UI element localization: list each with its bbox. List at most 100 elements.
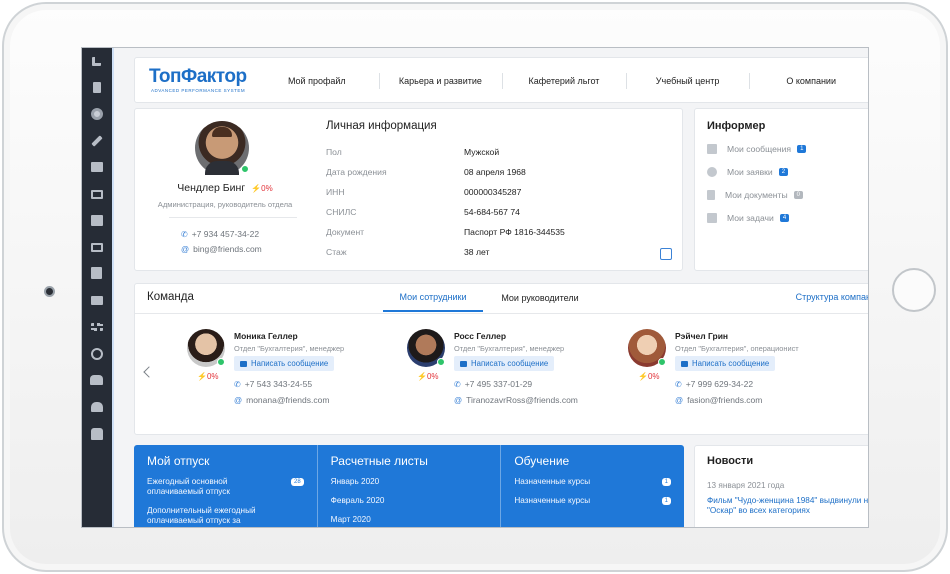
payslip-item[interactable]: Февраль 2020 <box>331 496 488 506</box>
informer-documents[interactable]: Мои документы 0 <box>707 190 806 200</box>
wrench-icon[interactable] <box>89 134 104 148</box>
member-phone[interactable]: ✆ +7 999 629-34-22 <box>675 379 753 389</box>
member-phone[interactable]: ✆ +7 495 337-01-29 <box>454 379 532 389</box>
sidebar <box>82 48 112 527</box>
at-icon: @ <box>234 395 243 405</box>
handshake-icon[interactable] <box>89 400 104 414</box>
nav-link-about[interactable]: О компании <box>749 58 868 104</box>
hierarchy-icon[interactable] <box>89 187 104 201</box>
nav-link-career[interactable]: Карьера и развитие <box>378 58 503 104</box>
personal-info-title: Личная информация <box>326 120 437 132</box>
informer-tasks[interactable]: Мои задачи 4 <box>707 213 806 223</box>
nav-links: Мой профайл Карьера и развитие Кафетерий… <box>255 58 868 104</box>
profile-email[interactable]: @ bing@friends.com <box>181 244 262 254</box>
payslip-item[interactable]: Январь 2020 <box>331 477 488 487</box>
member-avatar[interactable] <box>407 329 445 367</box>
field-label-gender: Пол <box>326 147 342 157</box>
member-email[interactable]: @ monana@friends.com <box>234 395 329 405</box>
member-name: Росс Геллер <box>454 331 507 341</box>
write-message-button[interactable]: Написать сообщение <box>675 356 776 371</box>
company-structure-link[interactable]: Структура компании <box>796 292 868 302</box>
message-icon <box>681 360 688 367</box>
field-label-experience: Стаж <box>326 247 347 257</box>
news-title: Новости <box>707 455 754 467</box>
vacation-item[interactable]: Ежегодный основной оплачиваемый отпуск 28 <box>147 477 304 497</box>
informer-card: Информер Мои сообщения 1 Мои заявки 2 Мои … <box>694 108 868 271</box>
summary-panel: Мой отпуск Ежегодный основной оплачиваем… <box>134 445 684 527</box>
profile-name: Чендлер Бинг <box>177 182 246 194</box>
dashboard-icon[interactable] <box>89 54 104 68</box>
profile-avatar[interactable] <box>195 121 249 175</box>
phone-icon: ✆ <box>234 379 241 389</box>
profile-card: Чендлер Бинг ⚡0% Администрация, руководи… <box>134 108 683 271</box>
training-column: Обучение Назначенные курсы 1 Назначенные … <box>500 445 684 527</box>
vacation-item[interactable]: Дополнительный ежегодный оплачиваемый от… <box>147 506 304 526</box>
at-icon: @ <box>454 395 463 405</box>
informer-messages[interactable]: Мои сообщения 1 <box>707 144 807 154</box>
org-icon[interactable] <box>89 320 104 334</box>
member-email[interactable]: @ TiranozavrRoss@friends.com <box>454 395 578 405</box>
phone-icon: ✆ <box>454 379 461 389</box>
group-icon[interactable] <box>89 373 104 387</box>
briefcase-icon[interactable] <box>89 293 104 307</box>
at-icon: @ <box>181 244 190 254</box>
training-item[interactable]: Назначенные курсы 1 <box>514 477 672 487</box>
nav-link-benefits[interactable]: Кафетерий льгот <box>502 58 626 104</box>
document-icon[interactable] <box>89 80 104 94</box>
message-icon <box>240 360 247 367</box>
news-headline[interactable]: Фильм "Чудо-женщина 1984" выдвинули на "… <box>707 496 868 515</box>
divider <box>135 313 868 314</box>
document-icon <box>707 190 715 200</box>
divider <box>169 217 297 218</box>
buildings-icon[interactable] <box>89 213 104 227</box>
tab-my-managers[interactable]: Мои руководители <box>485 284 595 312</box>
360-icon[interactable] <box>89 347 104 361</box>
phone-icon: ✆ <box>675 379 682 389</box>
member-email[interactable]: @ fasion@friends.com <box>675 395 762 405</box>
team-card: Команда Мои сотрудники Мои руководители … <box>134 283 868 435</box>
online-status <box>217 358 225 366</box>
field-label-inn: ИНН <box>326 187 345 197</box>
people-icon[interactable] <box>89 160 104 174</box>
request-icon <box>707 167 717 177</box>
logo[interactable]: ТопФактор <box>149 66 247 88</box>
informer-requests[interactable]: Мои заявки 2 <box>707 167 806 177</box>
member-rating: ⚡0% <box>638 372 660 381</box>
message-icon <box>460 360 467 367</box>
write-message-button[interactable]: Написать сообщение <box>234 356 335 371</box>
member-rating: ⚡0% <box>417 372 439 381</box>
training-title: Обучение <box>514 454 570 468</box>
presentation-icon[interactable] <box>89 240 104 254</box>
training-item[interactable]: Назначенные курсы 1 <box>514 496 672 506</box>
chevron-left-icon[interactable] <box>143 366 155 378</box>
clipboard-icon[interactable] <box>89 266 104 280</box>
field-value-snils: 54-684-567 74 <box>464 207 520 217</box>
member-department: Отдел "Бухгалтерия", менеджер <box>234 344 345 353</box>
member-phone[interactable]: ✆ +7 543 343-24-55 <box>234 379 312 389</box>
member-avatar[interactable] <box>187 329 225 367</box>
edit-icon[interactable] <box>660 248 672 260</box>
field-label-document: Документ <box>326 227 365 237</box>
write-message-button[interactable]: Написать сообщение <box>454 356 555 371</box>
profile-position: Администрация, руководитель отдела <box>157 200 293 209</box>
member-avatar[interactable] <box>628 329 666 367</box>
team-member: ⚡0% Росс Геллер Отдел "Бухгалтерия", мен… <box>407 329 627 429</box>
member-name: Рэйчел Грин <box>675 331 729 341</box>
profile-phone[interactable]: ✆ +7 934 457-34-22 <box>181 229 259 239</box>
nav-link-profile[interactable]: Мой профайл <box>255 58 379 104</box>
field-value-birthdate: 08 апреля 1968 <box>464 167 526 177</box>
payslip-item[interactable]: Март 2020 <box>331 515 488 525</box>
gear-icon[interactable] <box>89 107 104 121</box>
tab-my-employees[interactable]: Мои сотрудники <box>383 284 483 312</box>
vacation-column: Мой отпуск Ежегодный основной оплачиваем… <box>134 445 317 527</box>
vacation-title: Мой отпуск <box>147 454 210 468</box>
payslips-column: Расчетные листы Январь 2020 Февраль 2020… <box>316 445 501 527</box>
nav-link-training-center[interactable]: Учебный центр <box>625 58 750 104</box>
member-department: Отдел "Бухгалтерия", операционист <box>675 344 799 353</box>
team-structure-icon[interactable] <box>89 427 104 441</box>
home-button[interactable] <box>892 268 936 312</box>
member-name: Моника Геллер <box>234 331 298 341</box>
field-value-experience: 38 лет <box>464 247 490 257</box>
informer-title: Информер <box>707 120 766 132</box>
field-value-document: Паспорт РФ 1816-344535 <box>464 227 565 237</box>
